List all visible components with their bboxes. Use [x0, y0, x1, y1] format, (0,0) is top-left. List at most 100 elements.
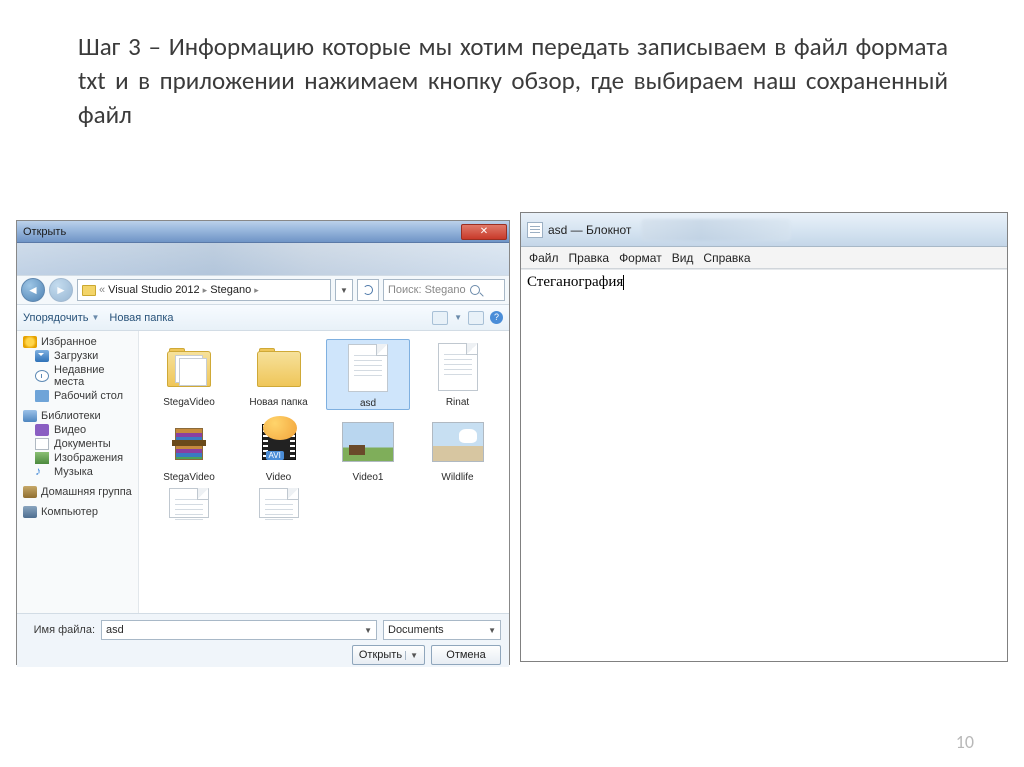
- view-mode-button[interactable]: [432, 311, 448, 325]
- sidebar-item-documents[interactable]: Документы: [17, 437, 138, 451]
- download-icon: [35, 350, 49, 362]
- file-label: Video1: [353, 470, 384, 483]
- breadcrumb-part-2[interactable]: Stegano: [210, 284, 251, 296]
- sidebar-item-recent[interactable]: Недавние места: [17, 363, 138, 389]
- chevron-down-icon: ▼: [405, 651, 418, 660]
- thumbnail-icon: [432, 422, 484, 462]
- notepad-title: asd — Блокнот: [548, 223, 631, 237]
- nav-row: ◄ ► « Visual Studio 2012 ▸ Stegano ▸ ▼ П…: [17, 275, 509, 305]
- menu-edit[interactable]: Правка: [569, 251, 610, 265]
- star-icon: [23, 336, 37, 348]
- chevron-down-icon: ▼: [454, 313, 462, 322]
- menu-help[interactable]: Справка: [703, 251, 750, 265]
- file-item-avi[interactable]: AVI Video: [237, 414, 321, 483]
- search-input[interactable]: Поиск: Stegano: [383, 279, 505, 301]
- clock-icon: [35, 370, 49, 382]
- sidebar-item-music[interactable]: ♪Музыка: [17, 465, 138, 479]
- file-item-archive[interactable]: StegaVideo: [147, 414, 231, 483]
- help-icon[interactable]: ?: [490, 311, 503, 324]
- file-item-txt[interactable]: [147, 487, 231, 519]
- video-icon: [35, 424, 49, 436]
- breadcrumb-leading: «: [99, 284, 105, 296]
- textfile-icon: [438, 343, 478, 391]
- file-item-folder[interactable]: Новая папка: [237, 339, 321, 410]
- sidebar-item-label: Недавние места: [54, 364, 132, 388]
- dialog-body: Избранное Загрузки Недавние места Рабочи…: [17, 331, 509, 613]
- music-icon: ♪: [35, 466, 49, 478]
- desktop-icon: [35, 390, 49, 402]
- chevron-down-icon: ▼: [91, 313, 99, 322]
- image-icon: [35, 452, 49, 464]
- organise-button[interactable]: Упорядочить ▼: [23, 312, 99, 324]
- filename-value: asd: [106, 624, 124, 636]
- nav-forward-icon[interactable]: ►: [49, 278, 73, 302]
- sidebar-group-libraries[interactable]: Библиотеки: [17, 409, 138, 423]
- open-file-dialog: Открыть ✕ ◄ ► « Visual Studio 2012 ▸ Ste…: [16, 220, 510, 665]
- cancel-label: Отмена: [446, 649, 485, 661]
- computer-icon: [23, 506, 37, 518]
- sidebar-item-label: Домашняя группа: [41, 486, 132, 498]
- file-label: Wildlife: [441, 470, 473, 483]
- open-button[interactable]: Открыть ▼: [352, 645, 425, 665]
- chevron-down-icon: ▼: [364, 626, 372, 635]
- dialog-title: Открыть: [23, 226, 66, 238]
- history-dropdown[interactable]: ▼: [335, 279, 353, 301]
- file-item-txt[interactable]: [237, 487, 321, 519]
- file-label: StegaVideo: [163, 470, 215, 483]
- dialog-titlebar: Открыть ✕: [17, 221, 509, 243]
- file-label: StegaVideo: [163, 395, 215, 408]
- filename-label: Имя файла:: [25, 624, 95, 636]
- notepad-menu: Файл Правка Формат Вид Справка: [521, 247, 1007, 269]
- notepad-textarea[interactable]: Стеганография: [521, 269, 1007, 661]
- filename-input[interactable]: asd ▼: [101, 620, 377, 640]
- file-item-txt[interactable]: Rinat: [416, 339, 500, 410]
- file-item-video[interactable]: Video1: [326, 414, 410, 483]
- menu-file[interactable]: Файл: [529, 251, 559, 265]
- breadcrumb[interactable]: « Visual Studio 2012 ▸ Stegano ▸: [77, 279, 331, 301]
- file-label: asd: [360, 396, 376, 409]
- sidebar-item-computer[interactable]: Компьютер: [17, 505, 138, 519]
- nav-back-icon[interactable]: ◄: [21, 278, 45, 302]
- menu-view[interactable]: Вид: [672, 251, 694, 265]
- chevron-right-icon: ▸: [254, 285, 259, 296]
- preview-pane-button[interactable]: [468, 311, 484, 325]
- notepad-titlebar: asd — Блокнот: [521, 213, 1007, 247]
- sidebar-item-label: Изображения: [54, 452, 123, 464]
- file-item-selected[interactable]: asd: [326, 339, 410, 410]
- file-item-folder[interactable]: StegaVideo: [147, 339, 231, 410]
- filetype-filter[interactable]: Documents ▼: [383, 620, 501, 640]
- sidebar-head-label: Библиотеки: [41, 410, 101, 422]
- folder-icon: [165, 347, 213, 387]
- menu-format[interactable]: Формат: [619, 251, 662, 265]
- breadcrumb-part-1[interactable]: Visual Studio 2012: [108, 284, 200, 296]
- sidebar-item-label: Документы: [54, 438, 111, 450]
- search-icon: [470, 285, 480, 295]
- glass-blur: [641, 219, 791, 241]
- instruction-text: Шаг 3 – Информацию которые мы хотим пере…: [78, 30, 948, 131]
- sidebar-head-label: Избранное: [41, 336, 97, 348]
- sidebar-item-label: Загрузки: [54, 350, 98, 362]
- sidebar-item-homegroup[interactable]: Домашняя группа: [17, 485, 138, 499]
- sidebar-item-video[interactable]: Видео: [17, 423, 138, 437]
- new-folder-button[interactable]: Новая папка: [109, 312, 173, 324]
- notepad-window: asd — Блокнот Файл Правка Формат Вид Спр…: [520, 212, 1008, 662]
- sidebar-group-favorites[interactable]: Избранное: [17, 335, 138, 349]
- film-icon: AVI: [258, 418, 300, 466]
- file-area[interactable]: StegaVideo Новая папка asd Rinat St: [139, 331, 509, 613]
- cancel-button[interactable]: Отмена: [431, 645, 501, 665]
- libraries-icon: [23, 410, 37, 422]
- file-label: Video: [266, 470, 291, 483]
- file-label: Rinat: [446, 395, 469, 408]
- sidebar-item-downloads[interactable]: Загрузки: [17, 349, 138, 363]
- dialog-glass-strip: [17, 243, 509, 275]
- archive-icon: [169, 418, 209, 466]
- sidebar-item-images[interactable]: Изображения: [17, 451, 138, 465]
- file-item-video[interactable]: Wildlife: [416, 414, 500, 483]
- sidebar-item-label: Компьютер: [41, 506, 98, 518]
- toolbar: Упорядочить ▼ Новая папка ▼ ?: [17, 305, 509, 331]
- dialog-bottom: Имя файла: asd ▼ Documents ▼ Открыть ▼ О…: [17, 613, 509, 667]
- folder-icon: [82, 285, 96, 296]
- refresh-button[interactable]: [357, 279, 379, 301]
- sidebar-item-desktop[interactable]: Рабочий стол: [17, 389, 138, 403]
- close-icon[interactable]: ✕: [461, 224, 507, 240]
